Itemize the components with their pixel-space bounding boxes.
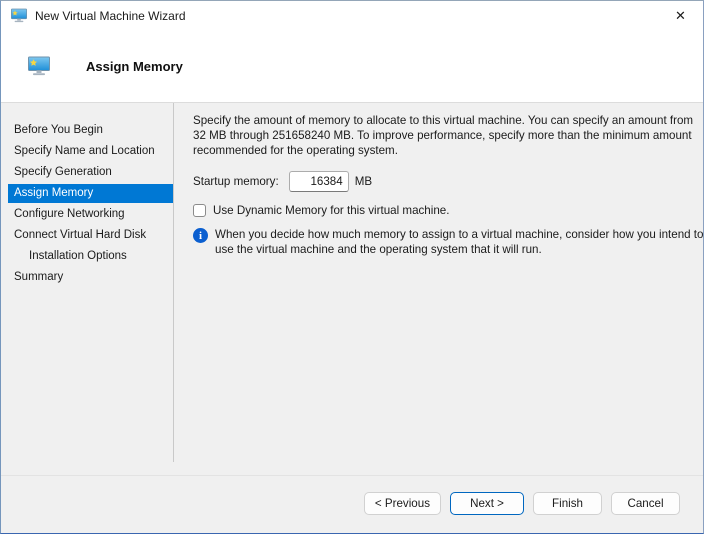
page-title: Assign Memory (86, 58, 183, 74)
window-title: New Virtual Machine Wizard (35, 8, 186, 23)
info-icon: i (193, 228, 208, 243)
sidebar-item-configure-networking[interactable]: Configure Networking (8, 205, 173, 224)
startup-memory-label: Startup memory: (193, 175, 279, 188)
dynamic-memory-label: Use Dynamic Memory for this virtual mach… (213, 204, 450, 217)
sidebar-item-assign-memory[interactable]: Assign Memory (8, 184, 173, 203)
close-icon: ✕ (675, 7, 686, 23)
title-bar: New Virtual Machine Wizard ✕ (1, 1, 703, 30)
info-note-text: When you decide how much memory to assig… (215, 228, 704, 256)
sidebar-item-before-you-begin[interactable]: Before You Begin (8, 121, 173, 140)
sidebar-item-connect-virtual-hard-disk[interactable]: Connect Virtual Hard Disk (8, 226, 173, 245)
body-area: Before You Begin Specify Name and Locati… (1, 103, 703, 476)
sidebar-item-specify-name-and-location[interactable]: Specify Name and Location (8, 142, 173, 161)
startup-memory-row: Startup memory: MB (193, 171, 703, 192)
info-note-row: i When you decide how much memory to ass… (193, 227, 704, 257)
next-button[interactable]: Next > (450, 492, 524, 515)
finish-button[interactable]: Finish (533, 492, 602, 515)
wizard-footer: < Previous Next > Finish Cancel (1, 476, 703, 533)
close-button[interactable]: ✕ (658, 1, 703, 30)
sidebar-item-specify-generation[interactable]: Specify Generation (8, 163, 173, 182)
startup-memory-unit: MB (354, 175, 373, 188)
vm-wizard-icon (11, 8, 27, 23)
cancel-button[interactable]: Cancel (611, 492, 680, 515)
previous-button[interactable]: < Previous (363, 492, 441, 515)
startup-memory-input[interactable] (288, 171, 349, 192)
assign-memory-icon (28, 56, 50, 76)
sidebar-item-installation-options[interactable]: Installation Options (8, 247, 173, 266)
wizard-steps-sidebar: Before You Begin Specify Name and Locati… (1, 103, 174, 475)
dynamic-memory-checkbox[interactable] (193, 204, 206, 217)
dynamic-memory-row: Use Dynamic Memory for this virtual mach… (193, 204, 703, 217)
wizard-window: New Virtual Machine Wizard ✕ Assign Memo… (0, 0, 704, 534)
page-content: Specify the amount of memory to allocate… (174, 103, 704, 475)
sidebar-item-summary[interactable]: Summary (8, 268, 173, 287)
wizard-header: Assign Memory (1, 30, 703, 103)
memory-description: Specify the amount of memory to allocate… (193, 114, 694, 157)
